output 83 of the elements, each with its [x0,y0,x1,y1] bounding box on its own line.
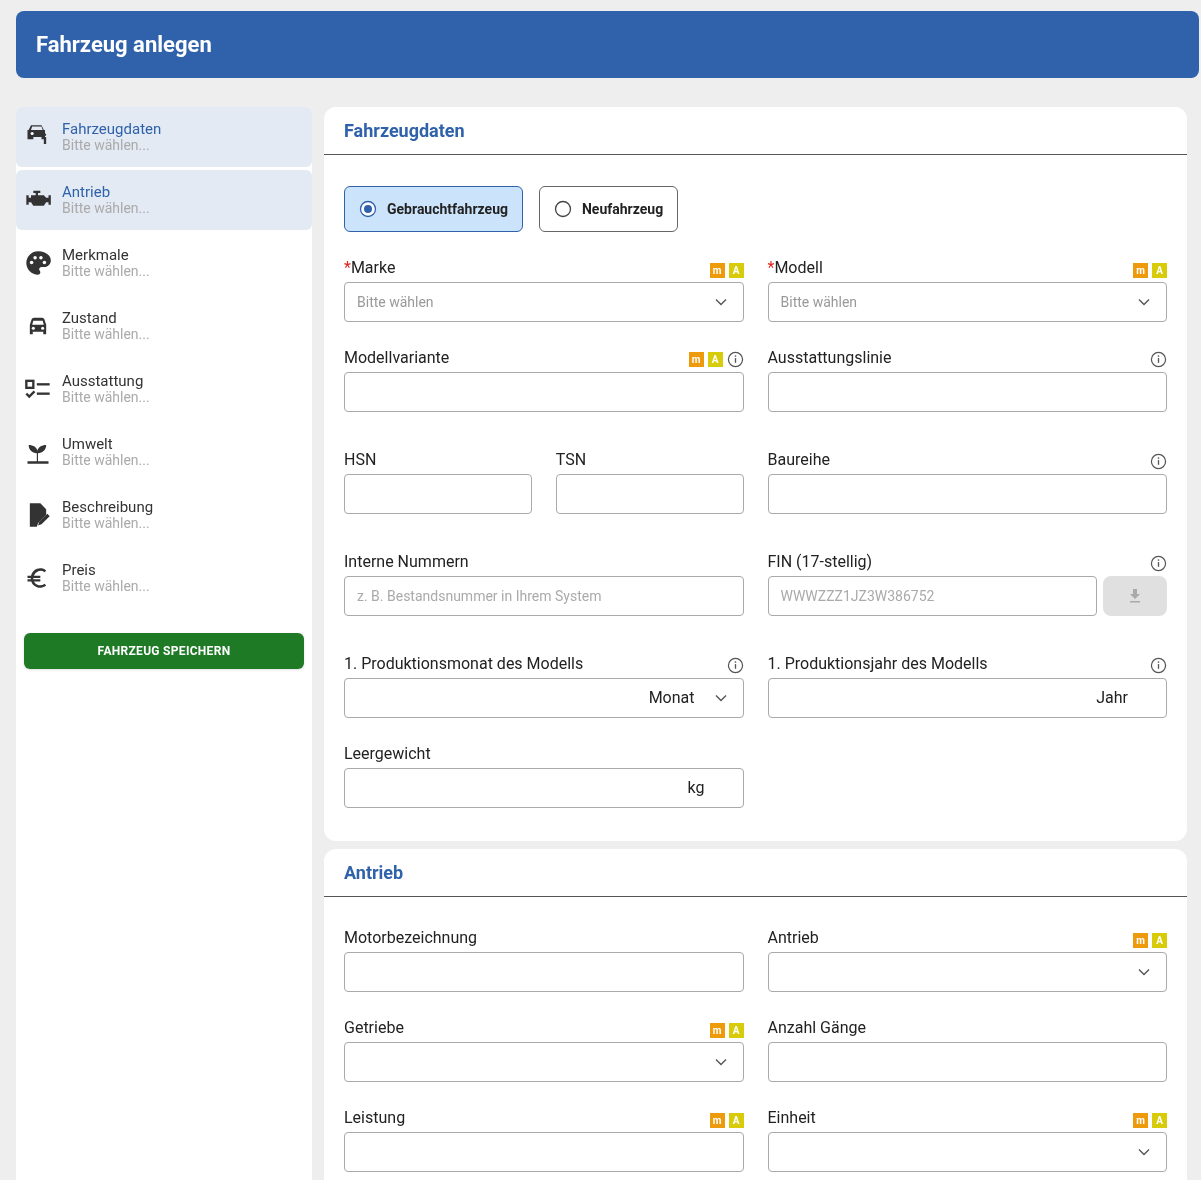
radio-option[interactable]: Gebrauchtfahrzeug [344,186,523,232]
sidebar-status: Bitte wählen... [62,200,150,216]
chevron-down-icon [1138,298,1150,306]
section-title: Antrieb [344,861,404,885]
sidebar-label: Antrieb [62,184,112,200]
input-field[interactable]: WWWZZZ1JZ3W386752 [767,576,1097,616]
chevron-down-icon [714,694,727,702]
field-label: Ausstattungslinie [767,348,892,368]
sidebar-item[interactable]: Antrieb Bitte wählen... [16,170,312,230]
field-label: Anzahl Gänge [767,1018,866,1038]
select-field[interactable] [344,1042,744,1082]
source-badge: m [709,263,725,278]
input-field[interactable] [344,372,744,412]
sidebar-label: Merkmale [62,247,130,263]
input-field[interactable] [555,474,744,514]
sidebar-label: Fahrzeugdaten [62,121,162,137]
select-field[interactable] [767,1132,1167,1172]
chevron-down-icon [714,1058,727,1066]
select-field[interactable] [767,952,1167,992]
sidebar-status: Bitte wählen... [62,137,151,153]
input-field[interactable]: kg [344,768,744,808]
sidebar-status: Bitte wählen... [62,515,151,531]
sidebar-icon [24,249,52,277]
radio-icon [359,200,377,218]
field-label: TSN [555,450,587,470]
field-label: Getriebe [344,1018,404,1038]
field-label: FIN (17-stellig) [767,552,873,572]
input-field[interactable] [767,474,1167,514]
source-badge: A [728,1113,744,1128]
section-title: Fahrzeugdaten [344,119,465,143]
source-badge: m [1133,933,1148,948]
field-label: Leistung [344,1108,406,1128]
input-field[interactable] [344,952,744,992]
input-field[interactable] [344,1132,744,1172]
field-label: *Marke [344,258,396,278]
download-icon [1129,589,1141,603]
select-field[interactable]: Monat [344,678,744,718]
source-badge: m [688,352,704,367]
sidebar-status: Bitte wählen... [62,578,150,594]
sidebar-status: Bitte wählen... [62,452,150,468]
sidebar-item[interactable]: Fahrzeugdaten Bitte wählen... [16,107,312,167]
source-badge: A [728,1023,744,1038]
sidebar-label: Beschreibung [62,499,154,515]
source-badge: m [1133,1113,1148,1128]
input-field[interactable] [767,372,1167,412]
save-button[interactable]: FAHRZEUG SPEICHERN [24,633,304,669]
source-badge: A [1152,1113,1167,1128]
field-label: *Modell [767,258,823,278]
source-badge: A [707,352,723,367]
source-badge: A [728,263,744,278]
source-badge: A [1152,933,1167,948]
chevron-down-icon [714,298,727,306]
field-label: 1. Produktionsmonat des Modells [344,654,584,674]
sidebar-label: Zustand [62,310,118,326]
field-label: HSN [344,450,377,470]
sidebar-status: Bitte wählen... [62,263,150,279]
field-label: Einheit [767,1108,816,1128]
sidebar-label: Preis [62,562,97,578]
source-badge: A [1152,263,1167,278]
source-badge: m [1133,263,1148,278]
source-badge: m [709,1023,725,1038]
source-badge: m [709,1113,725,1128]
chevron-down-icon [1138,1148,1150,1156]
input-field[interactable] [767,1042,1167,1082]
radio-option[interactable]: Neufahrzeug [538,186,679,232]
input-field[interactable]: z. B. Bestandsnummer in Ihrem System [344,576,744,616]
page-title: Fahrzeug anlegen [36,31,212,59]
input-field[interactable] [344,474,532,514]
input-field[interactable]: Jahr [767,678,1167,718]
download-button[interactable] [1103,576,1167,616]
field-label: Antrieb [767,928,819,948]
field-label: Interne Nummern [344,552,469,572]
field-label: Leergewicht [344,744,431,764]
field-label: Modellvariante [344,348,450,368]
field-label: Baureihe [767,450,830,470]
sidebar-status: Bitte wählen... [62,326,150,342]
sidebar-label: Ausstattung [62,373,145,389]
radio-icon [553,200,572,218]
field-label: Motorbezeichnung [344,928,478,948]
field-label: 1. Produktionsjahr des Modells [767,654,988,674]
sidebar-label: Umwelt [62,436,114,452]
sidebar-status: Bitte wählen... [62,389,150,405]
chevron-down-icon [1138,968,1150,976]
